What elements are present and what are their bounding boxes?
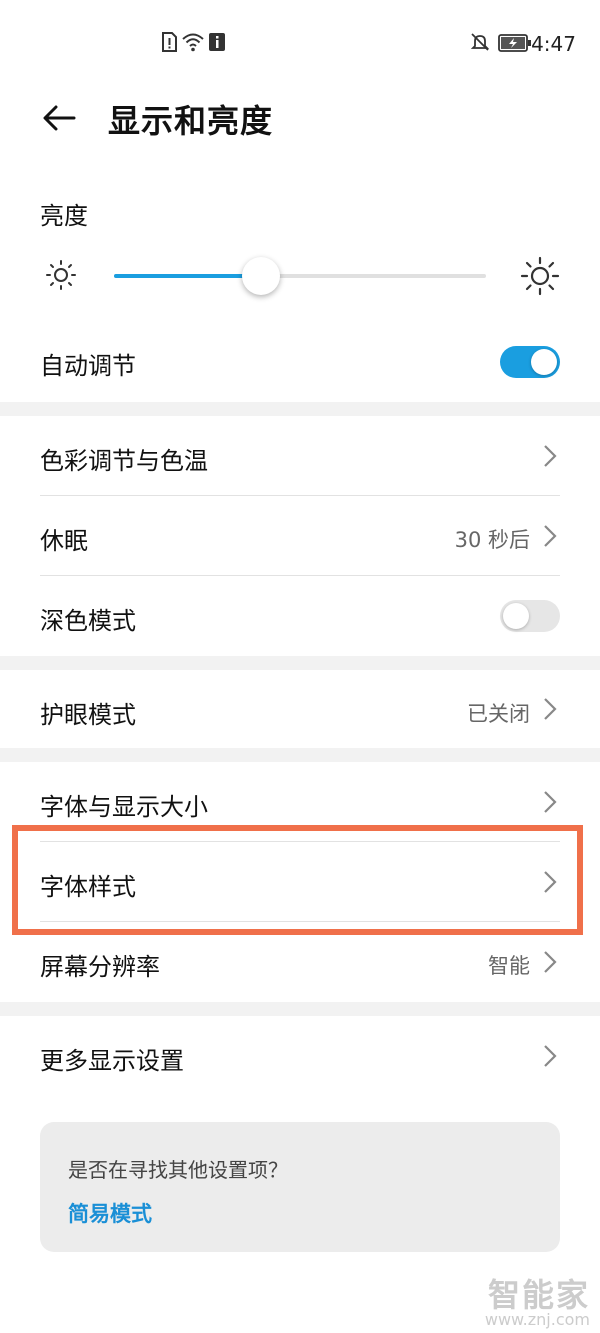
chevron-right-icon — [544, 951, 557, 973]
chevron-right-icon — [544, 791, 557, 813]
highlight-box — [12, 825, 583, 935]
help-card: 是否在寻找其他设置项？ 简易模式 — [40, 1122, 560, 1252]
list-item-label: 更多显示设置 — [40, 1047, 184, 1075]
list-item-label: 色彩调节与色温 — [40, 447, 208, 475]
brightness-card: 亮度 自动调节 — [0, 172, 600, 402]
header: 显示和亮度 — [0, 62, 600, 172]
list-item-label: 护眼模式 — [40, 701, 136, 729]
info-icon — [209, 33, 225, 51]
back-arrow-icon[interactable] — [36, 94, 84, 142]
auto-adjust-label: 自动调节 — [40, 352, 136, 380]
toggle-knob — [531, 349, 557, 375]
battery-charging-icon — [498, 34, 531, 52]
brightness-slider[interactable] — [114, 256, 486, 296]
brightness-label: 亮度 — [40, 202, 88, 230]
list-item-label: 字体与显示大小 — [40, 793, 208, 821]
watermark: 智能家 www.znj.com — [485, 1270, 590, 1329]
chevron-right-icon — [544, 698, 557, 720]
help-question: 是否在寻找其他设置项？ — [68, 1158, 288, 1182]
divider — [40, 495, 560, 496]
page-title: 显示和亮度 — [108, 102, 274, 140]
eye-comfort-card: 护眼模式 已关闭 — [0, 670, 600, 748]
auto-adjust-toggle[interactable] — [500, 346, 560, 378]
wifi-icon — [182, 33, 204, 52]
list-item-value: 智能 — [488, 954, 530, 978]
list-item-label: 屏幕分辨率 — [40, 953, 160, 981]
simple-mode-link[interactable]: 简易模式 — [68, 1198, 152, 1228]
toggle-knob — [503, 603, 529, 629]
list-item-value: 已关闭 — [467, 702, 530, 726]
chevron-right-icon — [544, 1045, 557, 1067]
divider — [40, 575, 560, 576]
watermark-url: www.znj.com — [484, 1310, 590, 1329]
list-item-label: 深色模式 — [40, 607, 136, 635]
display-card: 色彩调节与色温 休眠 30 秒后 深色模式 — [0, 416, 600, 656]
list-item-label: 休眠 — [40, 527, 88, 555]
chevron-right-icon — [544, 525, 557, 547]
chevron-right-icon — [544, 445, 557, 467]
dark-mode-toggle[interactable] — [500, 600, 560, 632]
bell-off-icon — [470, 33, 490, 51]
slider-thumb[interactable] — [241, 257, 280, 295]
status-time: 4:47 — [531, 32, 576, 56]
brightness-high-icon — [520, 256, 560, 296]
slider-fill — [114, 274, 261, 278]
list-item-value: 30 秒后 — [454, 528, 530, 552]
sim-alert-icon — [162, 32, 177, 52]
brightness-low-icon — [46, 260, 76, 290]
